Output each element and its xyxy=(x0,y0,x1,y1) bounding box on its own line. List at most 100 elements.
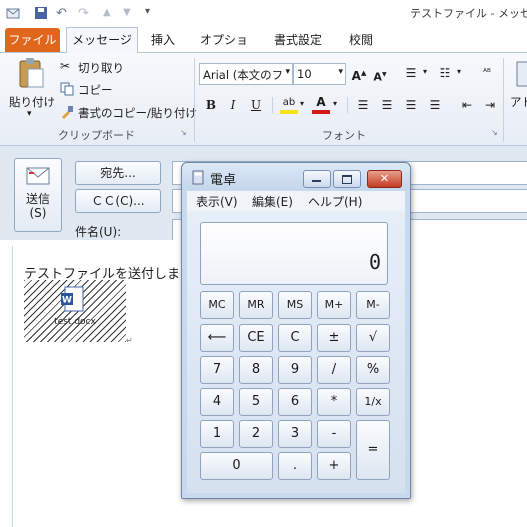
equals-key[interactable]: = xyxy=(356,420,390,480)
addin-label: アド xyxy=(510,95,527,109)
attachment[interactable]: W test.docx xyxy=(24,280,126,342)
format-painter-icon xyxy=(62,106,73,119)
tab-format[interactable]: 書式設定 xyxy=(268,28,328,52)
window-title: テストファイル - メッセージ xyxy=(410,7,527,20)
copy-button[interactable]: コピー xyxy=(78,82,113,98)
tab-file[interactable]: ファイル xyxy=(5,28,60,52)
highlight-icon[interactable]: ab xyxy=(280,95,298,114)
customize-qat-icon[interactable]: ▾ xyxy=(145,6,150,17)
format-painter-button[interactable]: 書式のコピー/貼り付け xyxy=(78,105,197,121)
clipboard-launcher-icon[interactable]: ↘ xyxy=(180,128,187,137)
styles-icon[interactable]: ᴬᴮ xyxy=(478,64,496,82)
tab-review[interactable]: 校閲 xyxy=(343,28,379,52)
font-launcher-icon[interactable]: ↘ xyxy=(491,128,498,137)
send-button[interactable]: 送信 (S) xyxy=(14,158,62,232)
font-color-icon[interactable]: A xyxy=(312,95,330,114)
tab-message[interactable]: メッセージ xyxy=(66,27,138,54)
ce-key[interactable]: CE xyxy=(239,324,273,352)
justify-icon[interactable]: ☰ xyxy=(426,96,444,114)
align-right-icon[interactable]: ☰ xyxy=(402,96,420,114)
font-name-value: Arial (本文のフ xyxy=(203,68,284,82)
digit-3-key[interactable]: 3 xyxy=(278,420,312,448)
down-icon[interactable]: ▼ xyxy=(123,7,131,18)
digit-7-key[interactable]: 7 xyxy=(200,356,234,384)
sqrt-key[interactable]: √ xyxy=(356,324,390,352)
digit-9-key[interactable]: 9 xyxy=(278,356,312,384)
align-center-icon[interactable]: ☰ xyxy=(378,96,396,114)
addin-icon[interactable] xyxy=(515,60,527,88)
digit-6-key[interactable]: 6 xyxy=(278,388,312,416)
menu-view[interactable]: 表示(V) xyxy=(196,193,238,210)
save-icon[interactable] xyxy=(34,6,48,20)
digit-8-key[interactable]: 8 xyxy=(239,356,273,384)
mc-key[interactable]: MC xyxy=(200,291,234,319)
calculator-window[interactable]: 電卓 ✕ 表示(V) 編集(E) ヘルプ(H) 0 MC MR MS M+ M- ⟵ CE C… xyxy=(181,162,411,499)
send-label: 送信 xyxy=(25,192,50,206)
font-size-dropdown-icon[interactable]: ▾ xyxy=(338,67,343,77)
align-left-icon[interactable]: ☰ xyxy=(354,96,372,114)
underline-icon[interactable]: U xyxy=(247,96,265,114)
attachment-name: test.docx xyxy=(54,317,96,327)
undo-icon[interactable]: ↶ xyxy=(56,6,67,21)
outlook-icon xyxy=(6,8,20,19)
percent-key[interactable]: % xyxy=(356,356,390,384)
backspace-key[interactable]: ⟵ xyxy=(200,324,234,352)
mr-key[interactable]: MR xyxy=(239,291,273,319)
increase-indent-icon[interactable]: ⇥ xyxy=(481,96,499,114)
menu-help[interactable]: ヘルプ(H) xyxy=(308,193,362,210)
menu-edit[interactable]: 編集(E) xyxy=(252,193,293,210)
redo-icon[interactable]: ↷ xyxy=(78,6,89,21)
paste-button[interactable]: 貼り付け xyxy=(9,94,55,110)
font-size-value: 10 xyxy=(297,67,312,81)
calc-maximize-button[interactable] xyxy=(333,170,361,188)
tab-insert[interactable]: 挿入 xyxy=(145,28,181,52)
italic-icon[interactable]: I xyxy=(224,96,242,114)
calc-close-button[interactable]: ✕ xyxy=(367,170,402,188)
m-minus-key[interactable]: M- xyxy=(356,291,390,319)
sign-key[interactable]: ± xyxy=(317,324,351,352)
calc-minimize-button[interactable] xyxy=(303,170,331,188)
font-color-dropdown-icon[interactable]: ▾ xyxy=(333,99,337,108)
cc-button[interactable]: ＣＣ(C)... xyxy=(75,189,161,213)
digit-5-key[interactable]: 5 xyxy=(239,388,273,416)
digit-2-key[interactable]: 2 xyxy=(239,420,273,448)
bold-icon[interactable]: B xyxy=(202,96,220,114)
calculator-title-bar[interactable]: 電卓 ✕ xyxy=(182,163,410,190)
up-icon[interactable]: ▲ xyxy=(103,7,111,18)
decimal-key[interactable]: . xyxy=(278,452,312,480)
highlight-dropdown-icon[interactable]: ▾ xyxy=(300,99,304,108)
paste-icon[interactable] xyxy=(17,57,45,89)
bullet-list-icon[interactable]: ☰ xyxy=(402,64,420,82)
reciprocal-key[interactable]: 1/x xyxy=(356,388,390,416)
cut-button[interactable]: 切り取り xyxy=(78,60,124,76)
grow-font-icon[interactable]: A▲ xyxy=(350,64,368,83)
number-dropdown-icon[interactable]: ▾ xyxy=(457,67,461,76)
clipboard-group-label: クリップボード xyxy=(58,129,135,142)
subject-label: 件名(U): xyxy=(75,225,122,239)
font-name-box[interactable]: Arial (本文のフ ▾ xyxy=(199,63,293,85)
divide-key[interactable]: / xyxy=(317,356,351,384)
word-document-icon: W xyxy=(61,286,84,312)
font-size-box[interactable]: 10 ▾ xyxy=(293,63,346,85)
clear-key[interactable]: C xyxy=(278,324,312,352)
bullet-dropdown-icon[interactable]: ▾ xyxy=(423,67,427,76)
font-name-dropdown-icon[interactable]: ▾ xyxy=(285,67,290,77)
number-list-icon[interactable]: ☷ xyxy=(436,64,454,82)
decrease-indent-icon[interactable]: ⇤ xyxy=(458,96,476,114)
tab-options[interactable]: オプション xyxy=(196,28,252,71)
digit-0-key[interactable]: 0 xyxy=(200,452,273,480)
m-plus-key[interactable]: M+ xyxy=(317,291,351,319)
to-button[interactable]: 宛先... xyxy=(75,161,161,185)
digit-1-key[interactable]: 1 xyxy=(200,420,234,448)
button-separator xyxy=(272,97,273,113)
paragraph-mark-icon: ↵ xyxy=(126,336,133,345)
send-icon xyxy=(26,167,50,185)
ms-key[interactable]: MS xyxy=(278,291,312,319)
multiply-key[interactable]: * xyxy=(317,388,351,416)
minus-key[interactable]: - xyxy=(317,420,351,448)
digit-4-key[interactable]: 4 xyxy=(200,388,234,416)
plus-key[interactable]: + xyxy=(317,452,351,480)
paste-dropdown-icon[interactable]: ▾ xyxy=(27,109,32,119)
title-bar: ↶ ↷ ▲ ▼ ▾ テストファイル - メッセージ xyxy=(0,0,527,28)
shrink-font-icon[interactable]: A▼ xyxy=(371,66,389,84)
